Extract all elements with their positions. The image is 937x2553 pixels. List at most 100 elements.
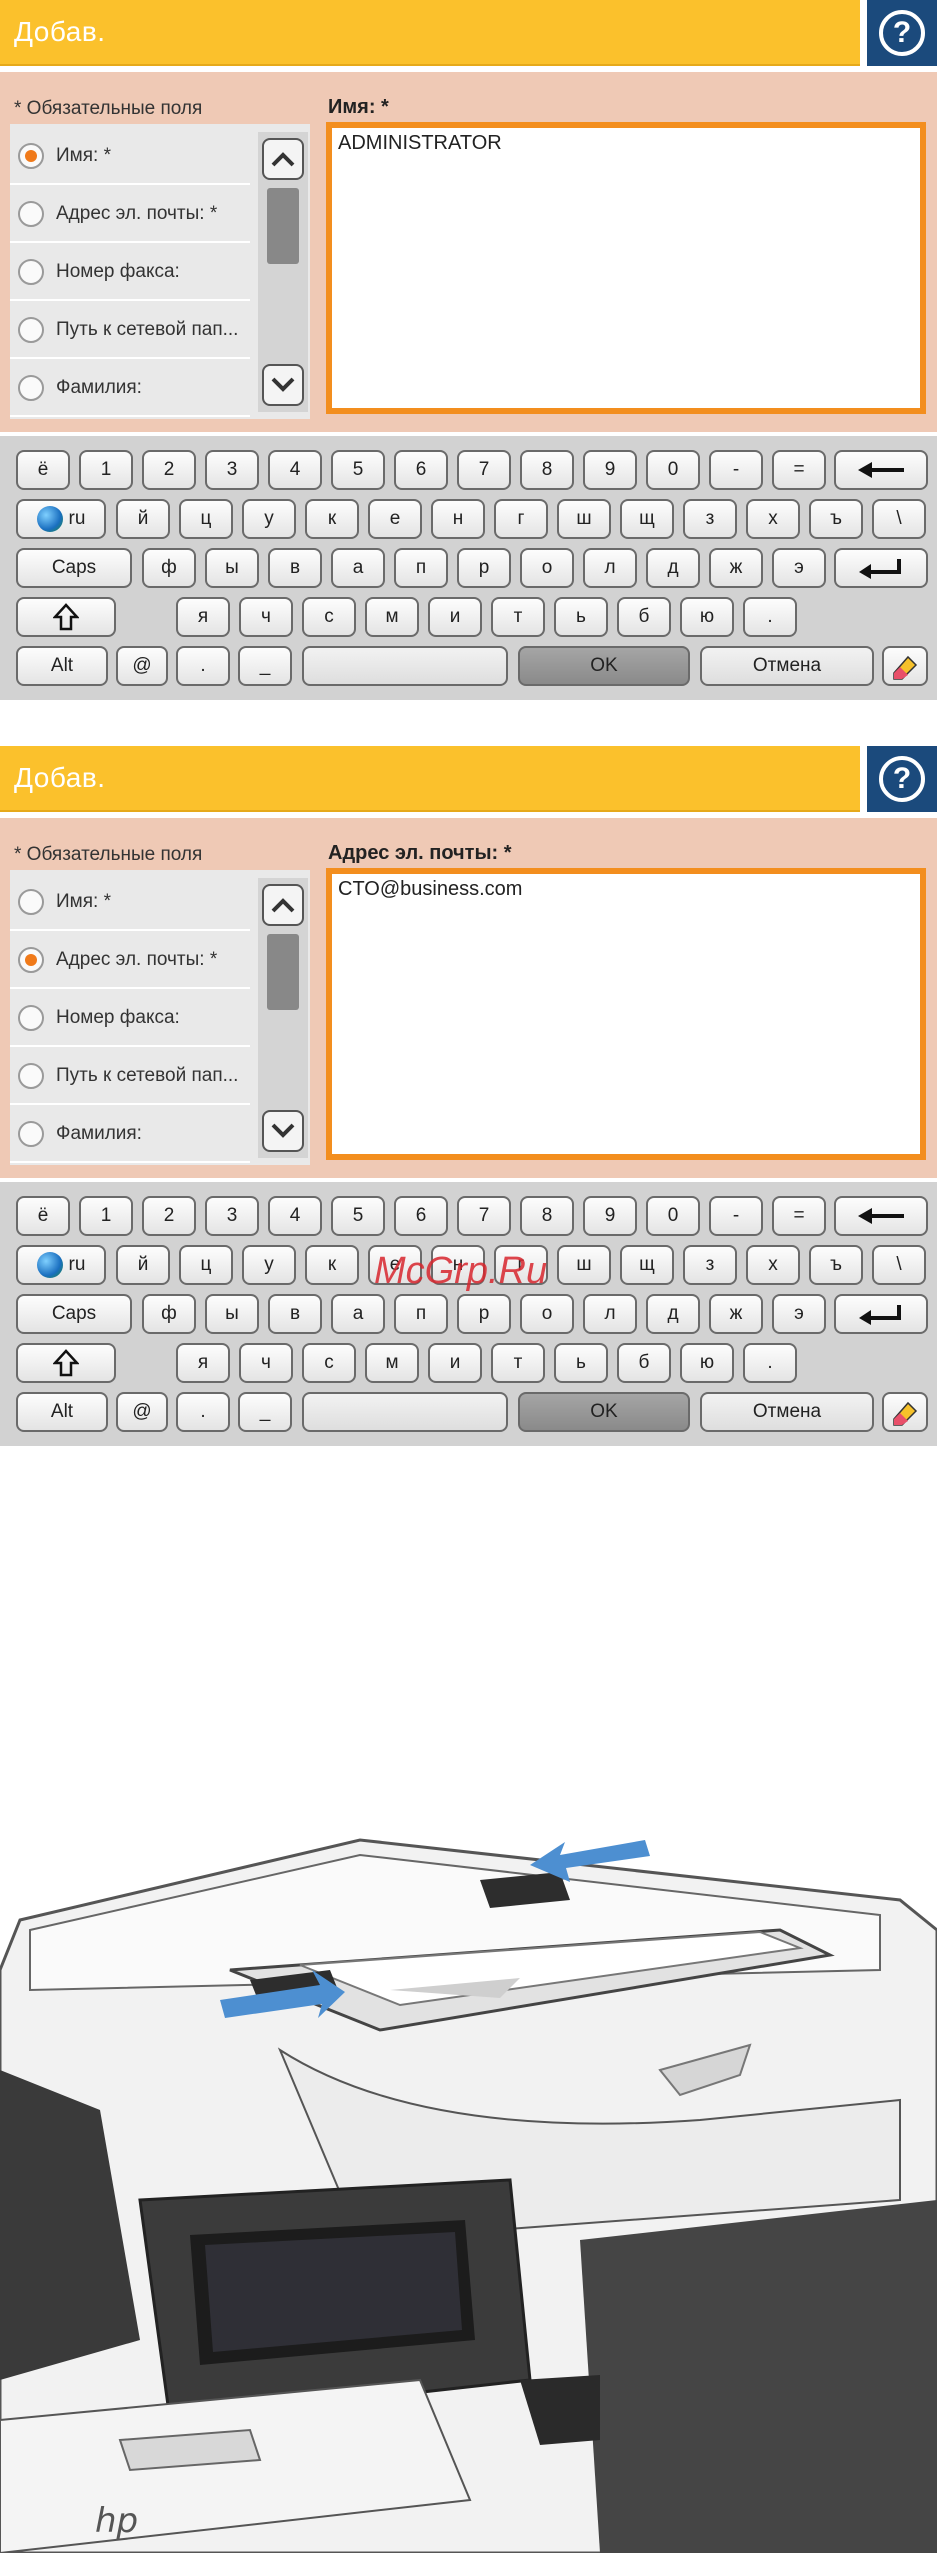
field-item[interactable]: Фамилия:	[10, 1106, 250, 1163]
key-row2-6[interactable]: н	[431, 499, 485, 539]
key-1[interactable]: ё	[16, 1196, 70, 1236]
dot-key[interactable]: .	[176, 646, 230, 686]
key-row2-13[interactable]: \	[872, 1245, 926, 1285]
key-13[interactable]: =	[772, 450, 826, 490]
key-row3-7[interactable]: о	[520, 1294, 574, 1334]
key-6[interactable]: 5	[331, 1196, 385, 1236]
clear-key[interactable]	[882, 1392, 928, 1432]
key-row4-4[interactable]: м	[365, 1343, 419, 1383]
radio-button[interactable]	[18, 374, 44, 401]
key-row2-1[interactable]: й	[116, 499, 170, 539]
underscore-key[interactable]: _	[238, 646, 292, 686]
key-row3-9[interactable]: д	[646, 548, 700, 588]
key-row4-7[interactable]: ь	[554, 1343, 608, 1383]
scroll-up-button[interactable]	[262, 138, 304, 180]
key-row2-3[interactable]: у	[242, 499, 296, 539]
field-item[interactable]: Имя: *	[10, 874, 250, 931]
ok-button[interactable]: OK	[518, 646, 690, 686]
backspace-key[interactable]	[834, 1196, 928, 1236]
key-row2-4[interactable]: к	[305, 1245, 359, 1285]
radio-button[interactable]	[18, 1062, 44, 1089]
key-row2-7[interactable]: г	[494, 499, 548, 539]
key-row4-5[interactable]: и	[428, 1343, 482, 1383]
field-item[interactable]: Адрес эл. почты: *	[10, 932, 250, 989]
key-5[interactable]: 4	[268, 1196, 322, 1236]
enter-key[interactable]	[834, 1294, 928, 1334]
key-row4-10[interactable]: .	[743, 1343, 797, 1383]
text-input[interactable]: ADMINISTRATOR	[326, 122, 926, 414]
key-row3-9[interactable]: д	[646, 1294, 700, 1334]
key-4[interactable]: 3	[205, 450, 259, 490]
language-key[interactable]: ru	[16, 1245, 106, 1285]
key-2[interactable]: 1	[79, 450, 133, 490]
key-row4-10[interactable]: .	[743, 597, 797, 637]
key-row4-8[interactable]: б	[617, 597, 671, 637]
key-row4-3[interactable]: с	[302, 1343, 356, 1383]
key-row3-6[interactable]: р	[457, 548, 511, 588]
radio-button[interactable]	[18, 1120, 44, 1147]
scroll-down-button[interactable]	[262, 1110, 304, 1152]
scrollbar[interactable]	[258, 878, 308, 1158]
key-13[interactable]: =	[772, 1196, 826, 1236]
enter-key[interactable]	[834, 548, 928, 588]
alt-key[interactable]: Alt	[16, 1392, 108, 1432]
key-8[interactable]: 7	[457, 1196, 511, 1236]
field-item[interactable]: Имя: *	[10, 128, 250, 185]
cancel-button[interactable]: Отмена	[700, 646, 874, 686]
key-9[interactable]: 8	[520, 1196, 574, 1236]
radio-button[interactable]	[18, 142, 44, 169]
key-row3-4[interactable]: а	[331, 548, 385, 588]
key-3[interactable]: 2	[142, 450, 196, 490]
key-3[interactable]: 2	[142, 1196, 196, 1236]
shift-key[interactable]	[16, 597, 116, 637]
backspace-key[interactable]	[834, 450, 928, 490]
at-key[interactable]: @	[116, 1392, 168, 1432]
alt-key[interactable]: Alt	[16, 646, 108, 686]
field-item[interactable]: Адрес эл. почты: *	[10, 186, 250, 243]
key-row2-8[interactable]: ш	[557, 499, 611, 539]
key-row3-3[interactable]: в	[268, 1294, 322, 1334]
key-row3-1[interactable]: ф	[142, 1294, 196, 1334]
key-row4-9[interactable]: ю	[680, 597, 734, 637]
key-row3-8[interactable]: л	[583, 1294, 637, 1334]
key-10[interactable]: 9	[583, 1196, 637, 1236]
radio-button[interactable]	[18, 316, 44, 343]
key-4[interactable]: 3	[205, 1196, 259, 1236]
help-button[interactable]: ?	[867, 746, 937, 812]
help-button[interactable]: ?	[867, 0, 937, 66]
key-row3-10[interactable]: ж	[709, 548, 763, 588]
key-row3-3[interactable]: в	[268, 548, 322, 588]
scroll-thumb[interactable]	[267, 188, 299, 264]
key-7[interactable]: 6	[394, 1196, 448, 1236]
key-row4-8[interactable]: б	[617, 1343, 671, 1383]
key-row4-9[interactable]: ю	[680, 1343, 734, 1383]
key-row2-5[interactable]: е	[368, 499, 422, 539]
key-row3-6[interactable]: р	[457, 1294, 511, 1334]
space-key[interactable]	[302, 646, 508, 686]
key-11[interactable]: 0	[646, 1196, 700, 1236]
key-12[interactable]: -	[709, 450, 763, 490]
underscore-key[interactable]: _	[238, 1392, 292, 1432]
key-row2-8[interactable]: ш	[557, 1245, 611, 1285]
radio-button[interactable]	[18, 200, 44, 227]
cancel-button[interactable]: Отмена	[700, 1392, 874, 1432]
key-row2-10[interactable]: з	[683, 499, 737, 539]
key-9[interactable]: 8	[520, 450, 574, 490]
key-row2-3[interactable]: у	[242, 1245, 296, 1285]
key-1[interactable]: ё	[16, 450, 70, 490]
field-item[interactable]: Номер факса:	[10, 244, 250, 301]
key-row2-2[interactable]: ц	[179, 499, 233, 539]
key-row3-10[interactable]: ж	[709, 1294, 763, 1334]
caps-key[interactable]: Caps	[16, 548, 132, 588]
key-2[interactable]: 1	[79, 1196, 133, 1236]
language-key[interactable]: ru	[16, 499, 106, 539]
key-row3-11[interactable]: э	[772, 1294, 826, 1334]
key-12[interactable]: -	[709, 1196, 763, 1236]
key-row4-6[interactable]: т	[491, 597, 545, 637]
scrollbar[interactable]	[258, 132, 308, 412]
space-key[interactable]	[302, 1392, 508, 1432]
key-row4-6[interactable]: т	[491, 1343, 545, 1383]
key-5[interactable]: 4	[268, 450, 322, 490]
text-input[interactable]: CTO@business.com	[326, 868, 926, 1160]
key-6[interactable]: 5	[331, 450, 385, 490]
